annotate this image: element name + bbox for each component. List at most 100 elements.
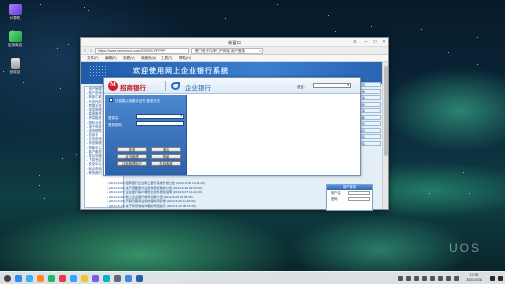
star: [371, 26, 372, 27]
star: [225, 18, 226, 19]
login-name-label: 登录名:: [108, 116, 120, 120]
certificate-manage-button[interactable]: 证书管理: [117, 154, 147, 159]
menu-tools[interactable]: 工具(T): [161, 56, 172, 61]
clock-date: 2021/2/26: [466, 278, 482, 282]
banner-title: 欢迎使用网上企业银行系统: [133, 68, 229, 75]
desktop-icon-computer[interactable]: 计算机: [3, 4, 27, 20]
forward-icon[interactable]: ›: [88, 48, 94, 54]
bank-login-dialog: 招商银行 企业银行 语言: ▾ 已装载公用数字证书 登录方式 登录名: 登录密码…: [103, 77, 361, 176]
dialog-content-area: [189, 95, 360, 175]
minimize-button[interactable]: –: [362, 39, 370, 46]
launcher-icon[interactable]: [4, 275, 11, 282]
desktop-icon-label: 回收站: [9, 70, 21, 74]
user-login-box: 用户登录 用户名: 密码:: [326, 184, 373, 211]
star: [448, 52, 449, 53]
trash-icon: [10, 58, 20, 69]
user-login-label: 密码:: [331, 197, 339, 201]
address-bar-row: ‹ › https://www.xxxxxxxxx.com/SSSSS.PPPP…: [81, 47, 388, 55]
video-icon[interactable]: [59, 275, 66, 282]
calendar-icon[interactable]: [92, 275, 99, 282]
login-name-dropdown[interactable]: [136, 114, 184, 119]
login-button[interactable]: 登录: [117, 147, 147, 152]
certificate-checkbox[interactable]: [109, 98, 113, 102]
banner-logo-icon: [89, 65, 107, 77]
news-list: [2014-5-05] 招商银行企业网上银行系统升级公告 (2014-5-05 …: [107, 181, 272, 209]
notification-icon[interactable]: [490, 276, 495, 281]
menu-edit[interactable]: 编辑(E): [105, 56, 117, 61]
volume-icon[interactable]: [446, 276, 451, 281]
close-button[interactable]: ×: [380, 39, 388, 46]
window-menu-button[interactable]: ≡: [351, 39, 359, 46]
menu-help[interactable]: 帮助(H): [179, 56, 191, 61]
cmb-logo-icon: [108, 81, 118, 91]
mail-icon[interactable]: [70, 275, 77, 282]
chevron-down-icon: ▾: [347, 83, 349, 87]
file-manager-icon[interactable]: [26, 275, 33, 282]
tray-icon[interactable]: [430, 276, 435, 281]
tray-icon[interactable]: [398, 276, 403, 281]
desktop-icon-trash[interactable]: 回收站: [3, 58, 27, 74]
star: [76, 154, 77, 155]
app-store-icon: [8, 31, 22, 42]
exit-button[interactable]: 退出: [151, 147, 181, 152]
star: [88, 10, 89, 11]
star: [60, 88, 61, 89]
login-panel: 已装载公用数字证书 登录方式 登录名: 登录密码: 登录 退出 证书管理 帮助 …: [105, 95, 187, 175]
url-input[interactable]: https://www.xxxxxxxxx.com/SSSSS.PPPPP: [95, 48, 189, 54]
terminal-icon[interactable]: [114, 275, 121, 282]
window-titlebar[interactable]: 新窗口 ≡ – □ ×: [81, 38, 388, 47]
maximize-button[interactable]: □: [371, 39, 379, 46]
ie-browser-icon[interactable]: [136, 275, 143, 282]
tray-icon[interactable]: [414, 276, 419, 281]
login-panel-title: 已装载公用数字证书 登录方式: [115, 99, 161, 103]
login-password-input[interactable]: [136, 121, 184, 126]
news-list-item[interactable]: [2014-5-10] 关于防范电信诈骗的风险提示 (2014-5-10 08:…: [107, 204, 272, 209]
help-button[interactable]: 帮助: [151, 154, 181, 159]
network-icon[interactable]: [454, 276, 459, 281]
scrollbar-thumb[interactable]: [384, 66, 388, 156]
app-store-icon[interactable]: [103, 275, 110, 282]
power-icon[interactable]: [498, 276, 503, 281]
language-select[interactable]: ▾: [313, 83, 351, 88]
menu-file[interactable]: 文件(F): [87, 56, 98, 61]
settings-icon[interactable]: [125, 275, 132, 282]
tab-close-icon[interactable]: ×: [259, 49, 261, 53]
window-title: 新窗口: [228, 40, 241, 45]
star: [421, 29, 422, 30]
product-name: 企业银行: [185, 85, 211, 92]
online-service-button[interactable]: 在线客服: [151, 161, 181, 166]
menu-favorites[interactable]: 收藏夹(A): [141, 56, 156, 61]
star: [39, 185, 40, 186]
user-login-row: 密码:: [327, 196, 372, 202]
star: [277, 4, 278, 5]
browser-icon[interactable]: [37, 275, 44, 282]
star: [84, 7, 85, 8]
username-input[interactable]: [348, 191, 370, 195]
menu-bar: 文件(F) 编辑(E) 查看(V) 收藏夹(A) 工具(T) 帮助(H): [81, 55, 388, 62]
star: [57, 48, 58, 49]
star: [335, 31, 336, 32]
star: [44, 198, 45, 199]
clock[interactable]: 17:25 2021/2/26: [463, 273, 485, 283]
page-scrollbar[interactable]: [382, 62, 388, 209]
star: [463, 172, 464, 173]
multitask-icon[interactable]: [15, 275, 22, 282]
star: [23, 82, 24, 83]
music-icon[interactable]: [48, 275, 55, 282]
photos-icon[interactable]: [81, 275, 88, 282]
desktop-icon-label: 应用商店: [7, 43, 23, 47]
computer-icon: [8, 4, 22, 15]
tray-icon[interactable]: [406, 276, 411, 281]
browser-tab[interactable]: 厦门电子口岸门户网站 用户登录 ×: [191, 48, 263, 54]
desktop-icon-app-store[interactable]: 应用商店: [3, 31, 27, 47]
star: [328, 15, 329, 16]
tray-icon[interactable]: [438, 276, 443, 281]
password-input[interactable]: [348, 197, 370, 201]
tab-label: 厦门电子口岸门户网站 用户登录: [195, 49, 245, 53]
language-label: 语言:: [297, 85, 305, 89]
tray-icon[interactable]: [422, 276, 427, 281]
enterprise-bank-icon: [171, 82, 180, 90]
star: [477, 37, 478, 38]
register-admin-button[interactable]: 注册管理用户: [117, 161, 147, 166]
menu-view[interactable]: 查看(V): [123, 56, 135, 61]
